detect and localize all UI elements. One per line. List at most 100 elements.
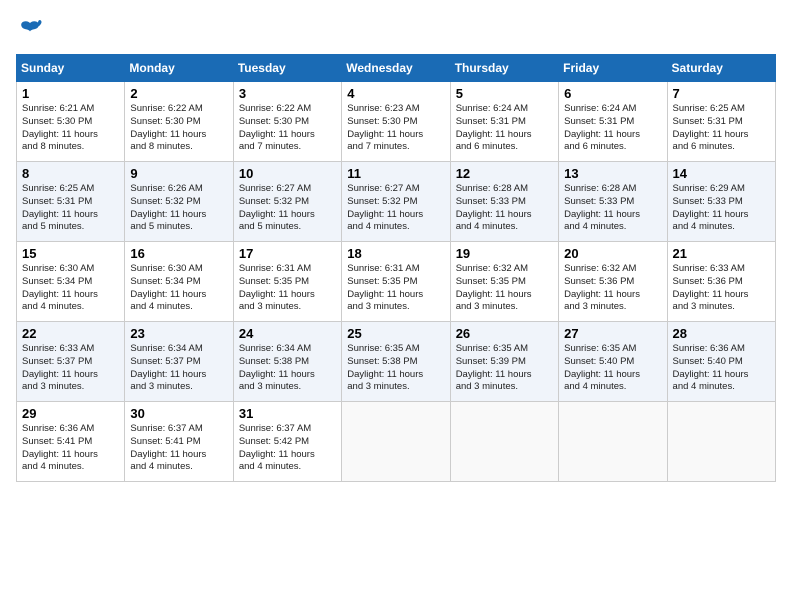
calendar-cell: 6 Sunrise: 6:24 AM Sunset: 5:31 PM Daylig… (559, 82, 667, 162)
cell-info: Sunrise: 6:33 AM Sunset: 5:36 PM Dayligh… (673, 263, 770, 314)
day-number: 1 (22, 86, 119, 101)
calendar-cell: 28Sunrise: 6:36 AM Sunset: 5:40 PM Dayli… (667, 322, 775, 402)
day-number: 22 (22, 326, 119, 341)
calendar-cell: 26 Sunrise: 6:35 AM Sunset: 5:39 PM Dayli… (450, 322, 558, 402)
day-number: 12 (456, 166, 553, 181)
calendar-cell: 20 Sunrise: 6:32 AM Sunset: 5:36 PM Dayli… (559, 242, 667, 322)
cell-info: Sunrise: 6:37 AM Sunset: 5:41 PM Dayligh… (130, 423, 227, 474)
day-number: 9 (130, 166, 227, 181)
calendar-cell: 21 Sunrise: 6:33 AM Sunset: 5:36 PM Dayli… (667, 242, 775, 322)
day-number: 26 (456, 326, 553, 341)
calendar-cell: 11Sunrise: 6:27 AM Sunset: 5:32 PM Dayli… (342, 162, 450, 242)
calendar-cell: 30 Sunrise: 6:37 AM Sunset: 5:41 PM Dayli… (125, 402, 233, 482)
calendar-cell: 9 Sunrise: 6:26 AM Sunset: 5:32 PM Daylig… (125, 162, 233, 242)
day-number: 25 (347, 326, 444, 341)
day-number: 19 (456, 246, 553, 261)
cell-info: Sunrise: 6:34 AM Sunset: 5:38 PM Dayligh… (239, 343, 336, 394)
calendar-week-2: 8 Sunrise: 6:25 AM Sunset: 5:31 PM Daylig… (17, 162, 776, 242)
day-number: 16 (130, 246, 227, 261)
day-number: 3 (239, 86, 336, 101)
calendar-week-3: 15 Sunrise: 6:30 AM Sunset: 5:34 PM Dayli… (17, 242, 776, 322)
calendar-cell (667, 402, 775, 482)
calendar-cell: 17Sunrise: 6:31 AM Sunset: 5:35 PM Dayli… (233, 242, 341, 322)
calendar-cell: 13Sunrise: 6:28 AM Sunset: 5:33 PM Dayli… (559, 162, 667, 242)
cell-info: Sunrise: 6:35 AM Sunset: 5:40 PM Dayligh… (564, 343, 661, 394)
day-number: 11 (347, 166, 444, 181)
calendar-header-row: SundayMondayTuesdayWednesdayThursdayFrid… (17, 55, 776, 82)
cell-info: Sunrise: 6:25 AM Sunset: 5:31 PM Dayligh… (22, 183, 119, 234)
day-number: 28 (673, 326, 770, 341)
calendar-cell (559, 402, 667, 482)
col-header-saturday: Saturday (667, 55, 775, 82)
cell-info: Sunrise: 6:36 AM Sunset: 5:41 PM Dayligh… (22, 423, 119, 474)
cell-info: Sunrise: 6:32 AM Sunset: 5:35 PM Dayligh… (456, 263, 553, 314)
col-header-monday: Monday (125, 55, 233, 82)
col-header-friday: Friday (559, 55, 667, 82)
cell-info: Sunrise: 6:28 AM Sunset: 5:33 PM Dayligh… (456, 183, 553, 234)
cell-info: Sunrise: 6:29 AM Sunset: 5:33 PM Dayligh… (673, 183, 770, 234)
day-number: 15 (22, 246, 119, 261)
cell-info: Sunrise: 6:34 AM Sunset: 5:37 PM Dayligh… (130, 343, 227, 394)
calendar-week-4: 22 Sunrise: 6:33 AM Sunset: 5:37 PM Dayli… (17, 322, 776, 402)
header (16, 16, 776, 44)
calendar-cell (342, 402, 450, 482)
day-number: 8 (22, 166, 119, 181)
day-number: 7 (673, 86, 770, 101)
day-number: 2 (130, 86, 227, 101)
calendar-cell: 25 Sunrise: 6:35 AM Sunset: 5:38 PM Dayli… (342, 322, 450, 402)
cell-info: Sunrise: 6:24 AM Sunset: 5:31 PM Dayligh… (564, 103, 661, 154)
col-header-wednesday: Wednesday (342, 55, 450, 82)
logo (16, 16, 48, 44)
col-header-sunday: Sunday (17, 55, 125, 82)
cell-info: Sunrise: 6:35 AM Sunset: 5:39 PM Dayligh… (456, 343, 553, 394)
calendar-cell: 4 Sunrise: 6:23 AM Sunset: 5:30 PM Daylig… (342, 82, 450, 162)
calendar-cell: 19 Sunrise: 6:32 AM Sunset: 5:35 PM Dayli… (450, 242, 558, 322)
calendar-cell: 2Sunrise: 6:22 AM Sunset: 5:30 PM Daylig… (125, 82, 233, 162)
cell-info: Sunrise: 6:30 AM Sunset: 5:34 PM Dayligh… (130, 263, 227, 314)
day-number: 13 (564, 166, 661, 181)
calendar-cell: 5Sunrise: 6:24 AM Sunset: 5:31 PM Daylig… (450, 82, 558, 162)
calendar-cell: 24Sunrise: 6:34 AM Sunset: 5:38 PM Dayli… (233, 322, 341, 402)
day-number: 30 (130, 406, 227, 421)
calendar-cell: 15Sunrise: 6:30 AM Sunset: 5:34 PM Dayli… (17, 242, 125, 322)
calendar-cell: 8 Sunrise: 6:25 AM Sunset: 5:31 PM Daylig… (17, 162, 125, 242)
calendar-cell: 12 Sunrise: 6:28 AM Sunset: 5:33 PM Dayli… (450, 162, 558, 242)
calendar-cell: 18Sunrise: 6:31 AM Sunset: 5:35 PM Dayli… (342, 242, 450, 322)
cell-info: Sunrise: 6:32 AM Sunset: 5:36 PM Dayligh… (564, 263, 661, 314)
day-number: 10 (239, 166, 336, 181)
day-number: 21 (673, 246, 770, 261)
logo-icon (16, 16, 44, 44)
day-number: 31 (239, 406, 336, 421)
cell-info: Sunrise: 6:23 AM Sunset: 5:30 PM Dayligh… (347, 103, 444, 154)
calendar-cell: 31Sunrise: 6:37 AM Sunset: 5:42 PM Dayli… (233, 402, 341, 482)
day-number: 27 (564, 326, 661, 341)
cell-info: Sunrise: 6:24 AM Sunset: 5:31 PM Dayligh… (456, 103, 553, 154)
col-header-tuesday: Tuesday (233, 55, 341, 82)
cell-info: Sunrise: 6:35 AM Sunset: 5:38 PM Dayligh… (347, 343, 444, 394)
day-number: 4 (347, 86, 444, 101)
calendar-cell: 29 Sunrise: 6:36 AM Sunset: 5:41 PM Dayli… (17, 402, 125, 482)
col-header-thursday: Thursday (450, 55, 558, 82)
calendar-cell: 23 Sunrise: 6:34 AM Sunset: 5:37 PM Dayli… (125, 322, 233, 402)
cell-info: Sunrise: 6:33 AM Sunset: 5:37 PM Dayligh… (22, 343, 119, 394)
cell-info: Sunrise: 6:21 AM Sunset: 5:30 PM Dayligh… (22, 103, 119, 154)
cell-info: Sunrise: 6:27 AM Sunset: 5:32 PM Dayligh… (239, 183, 336, 234)
calendar-cell: 3 Sunrise: 6:22 AM Sunset: 5:30 PM Daylig… (233, 82, 341, 162)
calendar-cell (450, 402, 558, 482)
day-number: 6 (564, 86, 661, 101)
day-number: 20 (564, 246, 661, 261)
calendar-cell: 27 Sunrise: 6:35 AM Sunset: 5:40 PM Dayli… (559, 322, 667, 402)
calendar-cell: 7 Sunrise: 6:25 AM Sunset: 5:31 PM Daylig… (667, 82, 775, 162)
day-number: 17 (239, 246, 336, 261)
calendar-cell: 22 Sunrise: 6:33 AM Sunset: 5:37 PM Dayli… (17, 322, 125, 402)
cell-info: Sunrise: 6:31 AM Sunset: 5:35 PM Dayligh… (347, 263, 444, 314)
day-number: 14 (673, 166, 770, 181)
calendar-table: SundayMondayTuesdayWednesdayThursdayFrid… (16, 54, 776, 482)
calendar-cell: 14 Sunrise: 6:29 AM Sunset: 5:33 PM Dayli… (667, 162, 775, 242)
calendar-cell: 10 Sunrise: 6:27 AM Sunset: 5:32 PM Dayli… (233, 162, 341, 242)
cell-info: Sunrise: 6:22 AM Sunset: 5:30 PM Dayligh… (239, 103, 336, 154)
cell-info: Sunrise: 6:26 AM Sunset: 5:32 PM Dayligh… (130, 183, 227, 234)
day-number: 23 (130, 326, 227, 341)
cell-info: Sunrise: 6:25 AM Sunset: 5:31 PM Dayligh… (673, 103, 770, 154)
day-number: 29 (22, 406, 119, 421)
